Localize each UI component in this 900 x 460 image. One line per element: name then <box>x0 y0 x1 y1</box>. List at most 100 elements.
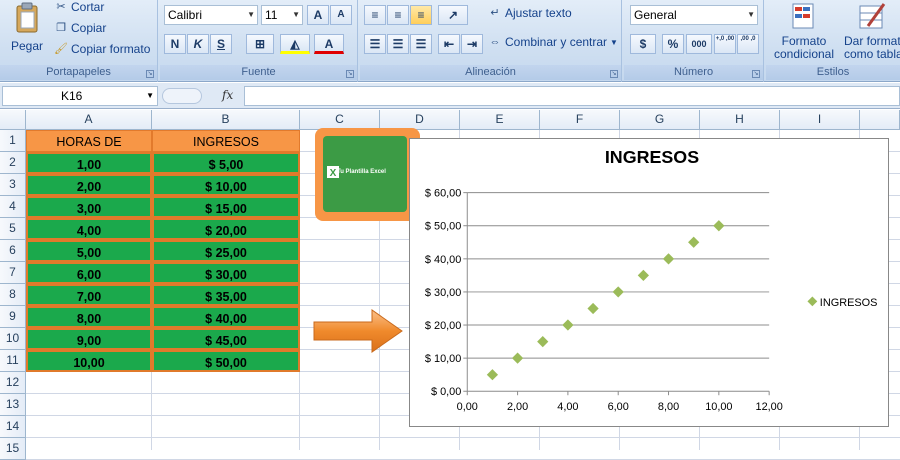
select-all-corner[interactable] <box>0 110 26 130</box>
conditional-format-button[interactable]: Formato condicional <box>770 0 838 61</box>
data-cell-hours[interactable]: 6,00 <box>26 262 152 284</box>
bold-button[interactable]: N <box>164 34 186 54</box>
format-as-table-button[interactable]: Dar format como tabla <box>844 0 900 61</box>
column-header-h[interactable]: H <box>700 110 780 130</box>
orientation-button[interactable]: ↗ <box>438 5 468 25</box>
italic-button[interactable]: K <box>187 34 209 54</box>
row-header-13[interactable]: 13 <box>0 394 26 416</box>
number-format-select[interactable]: General ▼ <box>630 5 758 25</box>
copy-button[interactable]: ❐ Copiar <box>54 21 106 35</box>
row-header-1[interactable]: 1 <box>0 130 26 152</box>
alignment-launcher-icon[interactable]: ↘ <box>610 70 618 78</box>
data-cell-hours[interactable]: 1,00 <box>26 152 152 174</box>
align-middle-button[interactable]: ≡ <box>387 5 409 25</box>
row-header-14[interactable]: 14 <box>0 416 26 438</box>
align-bottom-button[interactable]: ≡ <box>410 5 432 25</box>
data-cell-hours[interactable]: 4,00 <box>26 218 152 240</box>
column-header-i[interactable]: I <box>780 110 860 130</box>
column-header-c[interactable]: C <box>300 110 380 130</box>
row-header-3[interactable]: 3 <box>0 174 26 196</box>
decrease-decimal-button[interactable]: ,00 ,0 <box>737 34 759 54</box>
align-center-button[interactable]: ☰ <box>387 34 409 54</box>
header-cell-income[interactable]: INGRESOS <box>152 130 300 152</box>
column-header-b[interactable]: B <box>152 110 300 130</box>
currency-button[interactable]: $ <box>630 34 656 54</box>
fill-color-button[interactable]: ◭ <box>280 34 310 54</box>
merge-center-button[interactable]: ⇔ Combinar y centrar ▼ <box>488 35 618 49</box>
data-cell-income[interactable]: $ 25,00 <box>152 240 300 262</box>
align-right-button[interactable]: ☰ <box>410 34 432 54</box>
header-cell-hours[interactable]: HORAS DE TRABAJO <box>26 130 152 171</box>
clipboard-launcher-icon[interactable]: ↘ <box>146 70 154 78</box>
format-painter-button[interactable]: 🖌 Copiar formato <box>54 42 150 56</box>
data-cell-income[interactable]: $ 45,00 <box>152 328 300 350</box>
font-name-select[interactable]: Calibri ▼ <box>164 5 258 25</box>
row-header-12[interactable]: 12 <box>0 372 26 394</box>
cut-label: Cortar <box>71 0 105 14</box>
align-left-button[interactable]: ☰ <box>364 34 386 54</box>
row-header-5[interactable]: 5 <box>0 218 26 240</box>
thousands-button[interactable]: 000 <box>686 34 712 54</box>
column-header-overflow[interactable] <box>860 110 900 130</box>
row-header-2[interactable]: 2 <box>0 152 26 174</box>
font-color-button[interactable]: A <box>314 34 344 54</box>
merge-icon: ⇔ <box>489 36 501 48</box>
data-cell-income[interactable]: $ 5,00 <box>152 152 300 174</box>
borders-icon: ⊞ <box>254 37 266 51</box>
wrap-text-button[interactable]: ↵ Ajustar texto <box>488 6 571 20</box>
data-cell-hours[interactable]: 8,00 <box>26 306 152 328</box>
data-cell-income[interactable]: $ 10,00 <box>152 174 300 196</box>
number-launcher-icon[interactable]: ↘ <box>752 70 760 78</box>
column-header-d[interactable]: D <box>380 110 460 130</box>
font-size-select[interactable]: 11 ▼ <box>261 5 303 25</box>
underline-button[interactable]: S <box>210 34 232 54</box>
data-cell-hours[interactable]: 3,00 <box>26 196 152 218</box>
row-header-6[interactable]: 6 <box>0 240 26 262</box>
column-header-a[interactable]: A <box>26 110 152 130</box>
row-header-7[interactable]: 7 <box>0 262 26 284</box>
align-top-button[interactable]: ≡ <box>364 5 386 25</box>
decrease-indent-button[interactable]: ⇤ <box>438 34 460 54</box>
data-cell-income[interactable]: $ 50,00 <box>152 350 300 372</box>
data-cell-income[interactable]: $ 30,00 <box>152 262 300 284</box>
data-cell-hours[interactable]: 2,00 <box>26 174 152 196</box>
grow-font-button[interactable]: A <box>307 5 329 25</box>
row-header-9[interactable]: 9 <box>0 306 26 328</box>
data-point <box>537 335 549 348</box>
paste-button[interactable]: Pegar <box>8 0 46 62</box>
data-cell-income[interactable]: $ 20,00 <box>152 218 300 240</box>
row-header-11[interactable]: 11 <box>0 350 26 372</box>
row-header-4[interactable]: 4 <box>0 196 26 218</box>
name-box[interactable]: K16 ▼ <box>2 86 158 106</box>
borders-button[interactable]: ⊞ <box>246 34 274 54</box>
column-header-e[interactable]: E <box>460 110 540 130</box>
function-icon[interactable]: fx <box>222 88 233 102</box>
data-cell-income[interactable]: $ 40,00 <box>152 306 300 328</box>
row-header-15[interactable]: 15 <box>0 438 26 460</box>
data-cell-hours[interactable]: 9,00 <box>26 328 152 350</box>
data-cell-hours[interactable]: 7,00 <box>26 284 152 306</box>
cut-button[interactable]: ✂ Cortar <box>54 0 104 14</box>
row-header-10[interactable]: 10 <box>0 328 26 350</box>
data-cell-income[interactable]: $ 35,00 <box>152 284 300 306</box>
formula-input[interactable] <box>244 86 900 106</box>
percent-button[interactable]: % <box>662 34 684 54</box>
increase-decimal-button[interactable]: +,0 ,00 <box>714 34 736 54</box>
column-header-g[interactable]: G <box>620 110 700 130</box>
increase-indent-button[interactable]: ⇥ <box>461 34 483 54</box>
styles-group-label: Estilos <box>766 65 900 80</box>
font-launcher-icon[interactable]: ↘ <box>346 70 354 78</box>
data-point <box>637 269 649 282</box>
row-header-8[interactable]: 8 <box>0 284 26 306</box>
data-cell-income[interactable]: $ 15,00 <box>152 196 300 218</box>
shrink-font-button[interactable]: A <box>330 5 352 25</box>
data-cell-hours[interactable]: 10,00 <box>26 350 152 372</box>
column-header-f[interactable]: F <box>540 110 620 130</box>
alignment-group: ≡ ≡ ≡ ↗ ☰ ☰ ☰ ⇤ ⇥ ↵ Ajustar texto ⇔ Comb… <box>360 0 622 82</box>
formula-bar-handle[interactable] <box>162 88 202 104</box>
alignment-group-label: Alineación <box>360 65 621 80</box>
y-tick-label: $ 50,00 <box>425 221 461 233</box>
y-tick-label: $ 10,00 <box>425 353 461 365</box>
data-cell-hours[interactable]: 5,00 <box>26 240 152 262</box>
scatter-chart[interactable]: INGRESOS $ 0,00 $ 10,00 $ 20,00 $ 30,00 $ 40… <box>409 138 889 427</box>
